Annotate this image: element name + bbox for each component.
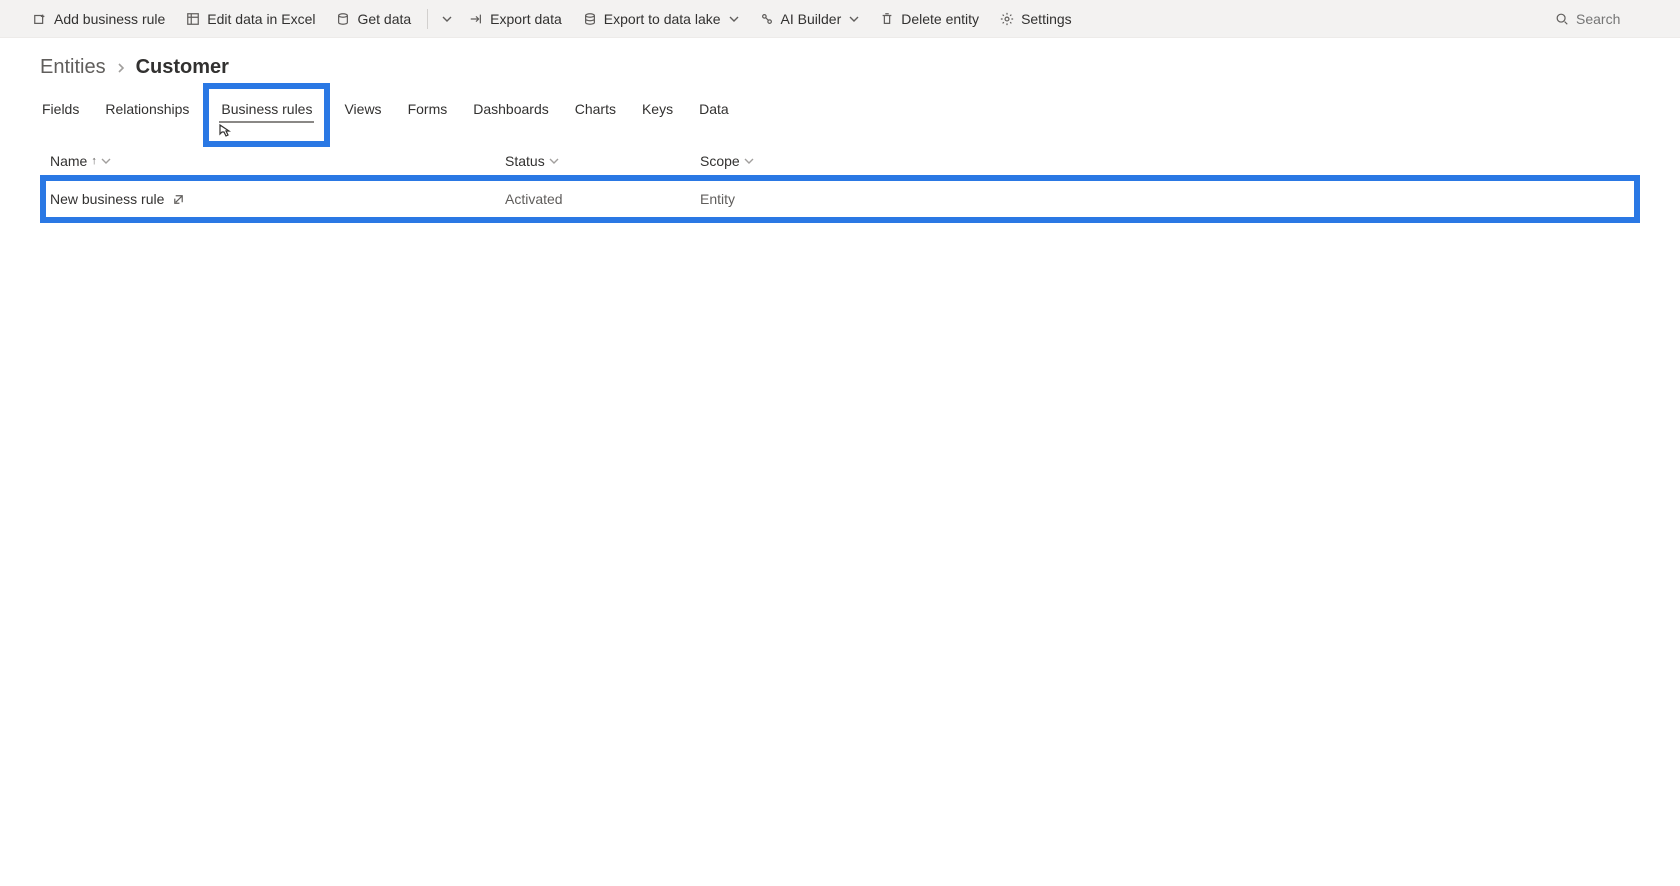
breadcrumb: Entities Customer	[40, 56, 1640, 79]
cell-name[interactable]: New business rule	[50, 191, 505, 207]
chevron-down-icon	[549, 156, 559, 166]
content-area: Entities Customer Fields Relationships B…	[0, 38, 1680, 223]
delete-entity-button[interactable]: Delete entity	[871, 7, 987, 31]
rule-name-label: New business rule	[50, 191, 164, 207]
excel-icon	[185, 11, 201, 27]
edit-in-excel-label: Edit data in Excel	[207, 11, 315, 27]
highlight-annotation: Business rules	[203, 83, 330, 147]
chevron-down-icon	[744, 156, 754, 166]
tab-fields[interactable]: Fields	[40, 95, 81, 123]
chevron-down-icon	[849, 14, 859, 24]
get-data-dropdown[interactable]	[436, 10, 456, 28]
tab-dashboards[interactable]: Dashboards	[471, 95, 551, 123]
add-rule-icon	[32, 11, 48, 27]
export-data-label: Export data	[490, 11, 562, 27]
export-data-button[interactable]: Export data	[460, 7, 570, 31]
table-row[interactable]: New business rule Activated Entity	[46, 181, 1634, 217]
column-header-status[interactable]: Status	[505, 153, 700, 169]
chevron-down-icon	[101, 156, 111, 166]
divider	[427, 9, 428, 29]
search-box[interactable]	[1554, 11, 1656, 27]
tab-business-rules[interactable]: Business rules	[219, 95, 314, 123]
chevron-down-icon	[442, 14, 452, 24]
column-header-status-label: Status	[505, 153, 545, 169]
ai-builder-label: AI Builder	[781, 11, 842, 27]
breadcrumb-root[interactable]: Entities	[40, 56, 106, 79]
command-bar: Add business rule Edit data in Excel Get…	[0, 0, 1680, 38]
cursor-icon	[215, 123, 231, 139]
export-icon	[468, 11, 484, 27]
sort-asc-icon: ↑	[91, 155, 97, 167]
settings-label: Settings	[1021, 11, 1072, 27]
ai-builder-icon	[759, 11, 775, 27]
edit-in-excel-button[interactable]: Edit data in Excel	[177, 7, 323, 31]
search-icon	[1554, 11, 1570, 27]
export-data-lake-button[interactable]: Export to data lake	[574, 7, 747, 31]
delete-icon	[879, 11, 895, 27]
column-header-scope-label: Scope	[700, 153, 740, 169]
grid-rows-highlight: New business rule Activated Entity	[40, 175, 1640, 223]
database-icon	[335, 11, 351, 27]
data-lake-icon	[582, 11, 598, 27]
export-data-lake-label: Export to data lake	[604, 11, 721, 27]
tab-relationships[interactable]: Relationships	[103, 95, 191, 123]
tab-keys[interactable]: Keys	[640, 95, 675, 123]
gear-icon	[999, 11, 1015, 27]
add-business-rule-label: Add business rule	[54, 11, 165, 27]
column-header-name[interactable]: Name ↑	[50, 153, 505, 169]
get-data-label: Get data	[357, 11, 411, 27]
search-input[interactable]	[1576, 11, 1656, 27]
ai-builder-button[interactable]: AI Builder	[751, 7, 868, 31]
entity-tabs: Fields Relationships Business rules View…	[40, 89, 1640, 129]
grid-header: Name ↑ Status Scope	[40, 153, 1640, 169]
tab-views[interactable]: Views	[342, 95, 383, 123]
settings-button[interactable]: Settings	[991, 7, 1080, 31]
cell-scope: Entity	[700, 191, 1630, 207]
open-in-new-icon[interactable]	[172, 193, 185, 206]
breadcrumb-current: Customer	[136, 56, 229, 79]
delete-entity-label: Delete entity	[901, 11, 979, 27]
tab-forms[interactable]: Forms	[406, 95, 450, 123]
tab-charts[interactable]: Charts	[573, 95, 618, 123]
chevron-down-icon	[729, 14, 739, 24]
column-header-name-label: Name	[50, 153, 87, 169]
cell-status: Activated	[505, 191, 700, 207]
chevron-right-icon	[116, 63, 126, 73]
get-data-button[interactable]: Get data	[327, 7, 419, 31]
column-header-scope[interactable]: Scope	[700, 153, 1630, 169]
tab-data[interactable]: Data	[697, 95, 731, 123]
add-business-rule-button[interactable]: Add business rule	[24, 7, 173, 31]
